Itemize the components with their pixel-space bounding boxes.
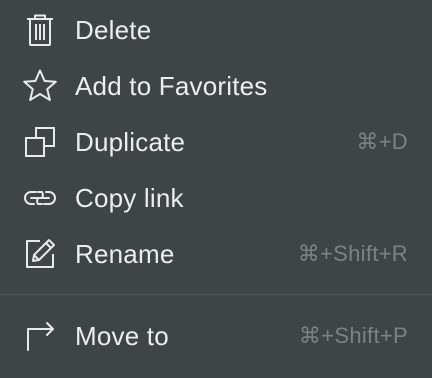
move-arrow-icon bbox=[22, 318, 58, 354]
menu-divider bbox=[0, 294, 432, 295]
menu-item-label: Rename bbox=[75, 238, 175, 269]
menu-item-copy-link[interactable]: Copy link bbox=[0, 172, 432, 224]
shortcut-hint: ⌘+Shift+P bbox=[298, 323, 408, 348]
menu-item-duplicate[interactable]: Duplicate ⌘+D bbox=[0, 116, 432, 168]
menu-item-add-to-favorites[interactable]: Add to Favorites bbox=[0, 60, 432, 112]
menu-item-label: Duplicate bbox=[75, 126, 186, 157]
menu-item-label: Copy link bbox=[75, 182, 184, 213]
menu-item-delete[interactable]: Delete bbox=[0, 4, 432, 56]
shortcut-hint: ⌘+D bbox=[356, 129, 408, 154]
duplicate-icon bbox=[22, 124, 58, 160]
shortcut-hint: ⌘+Shift+R bbox=[297, 241, 408, 266]
menu-item-rename[interactable]: Rename ⌘+Shift+R bbox=[0, 228, 432, 280]
pencil-icon bbox=[22, 236, 58, 272]
trash-icon bbox=[22, 12, 58, 48]
context-menu: Delete Add to Favorites Duplicate ⌘+D Co… bbox=[0, 0, 432, 378]
star-icon bbox=[22, 68, 58, 104]
menu-item-label: Move to bbox=[75, 320, 169, 351]
menu-item-label: Add to Favorites bbox=[75, 70, 268, 101]
menu-item-label: Delete bbox=[75, 14, 152, 45]
menu-item-move-to[interactable]: Move to ⌘+Shift+P bbox=[0, 310, 432, 362]
link-icon bbox=[22, 180, 58, 216]
